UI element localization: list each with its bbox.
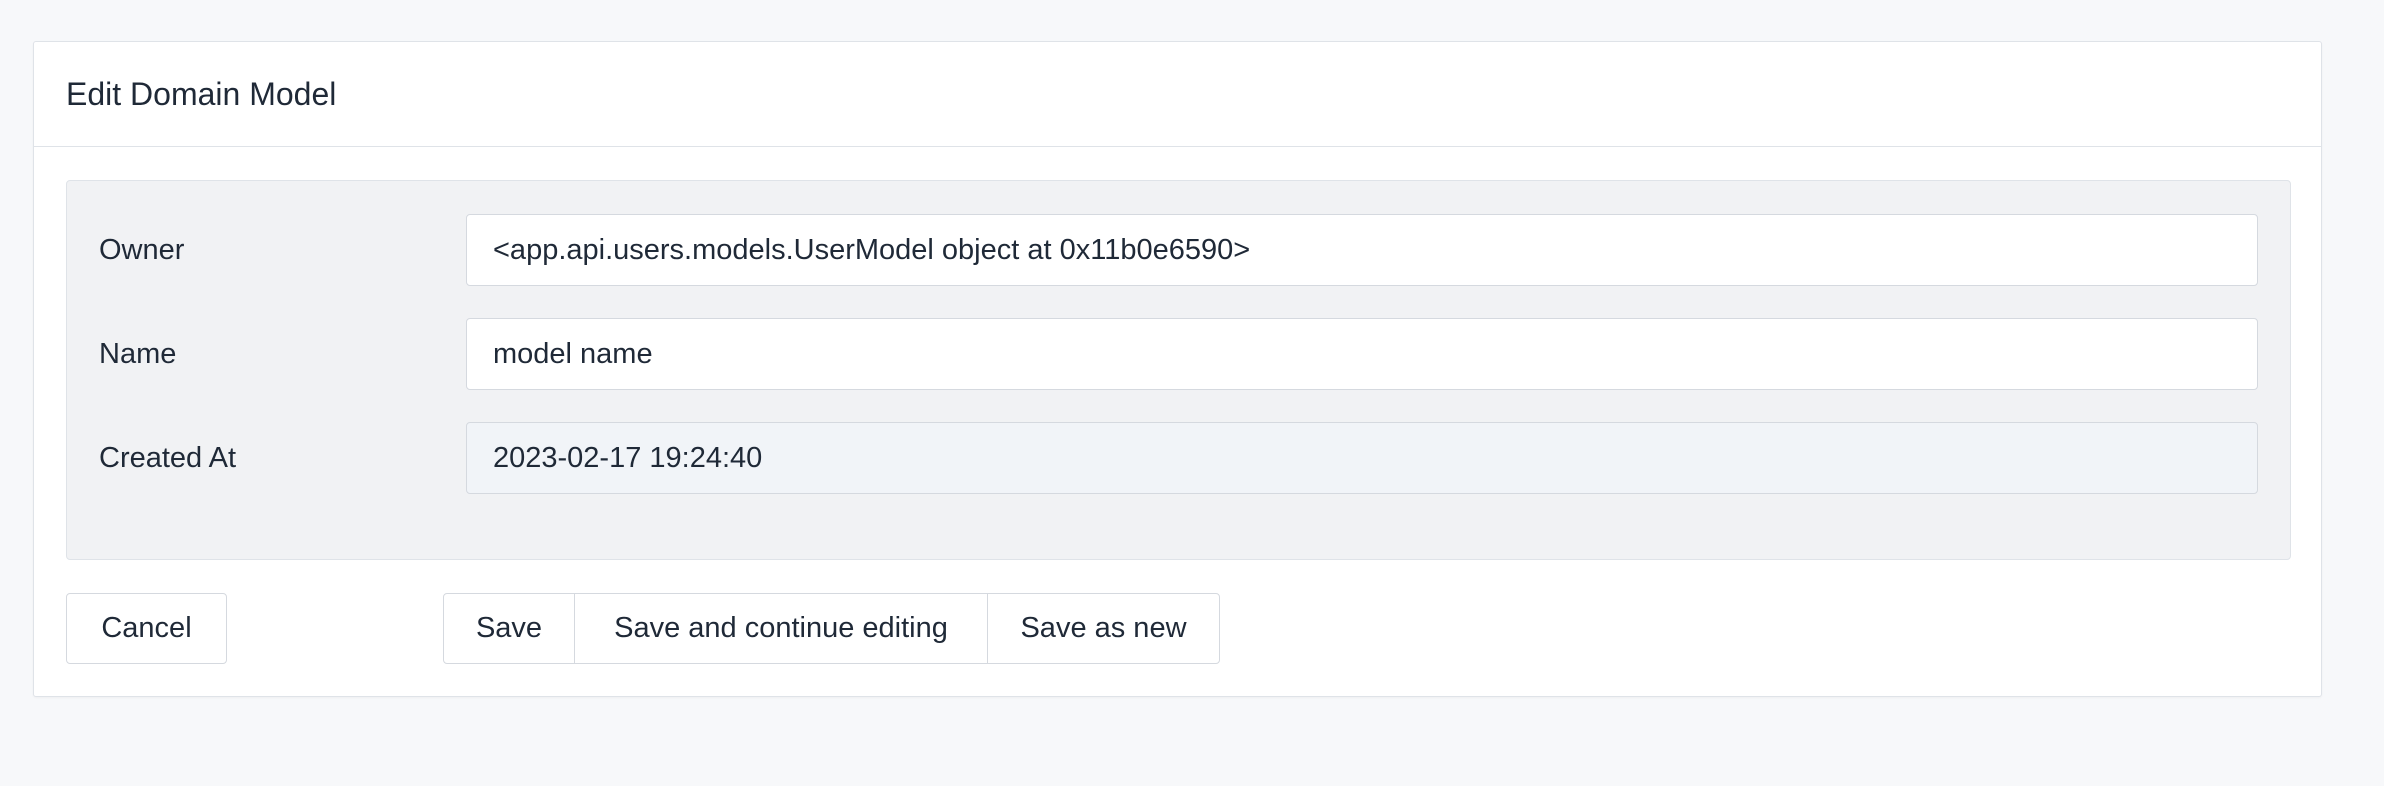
- save-and-continue-button[interactable]: Save and continue editing: [574, 593, 988, 664]
- name-input[interactable]: [466, 318, 2258, 390]
- save-button[interactable]: Save: [443, 593, 575, 664]
- save-as-new-button[interactable]: Save as new: [987, 593, 1220, 664]
- form-fieldset: Owner Name Created At 2023-02-17 19:24:4…: [66, 180, 2291, 560]
- name-label: Name: [99, 337, 177, 370]
- created-at-label: Created At: [99, 441, 237, 474]
- save-button-group: Save Save and continue editing Save as n…: [443, 593, 1220, 664]
- owner-label: Owner: [99, 233, 185, 266]
- page-title: Edit Domain Model: [66, 75, 337, 112]
- owner-input[interactable]: [466, 214, 2258, 286]
- form-row-owner: Owner: [67, 214, 2290, 286]
- created-at-field: 2023-02-17 19:24:40: [466, 422, 2258, 494]
- card-header: Edit Domain Model: [34, 42, 2321, 147]
- form-row-created-at: Created At 2023-02-17 19:24:40: [67, 422, 2290, 494]
- form-row-name: Name: [67, 318, 2290, 390]
- cancel-button[interactable]: Cancel: [66, 593, 227, 664]
- edit-form-card: Edit Domain Model Owner Name Created At …: [33, 41, 2322, 697]
